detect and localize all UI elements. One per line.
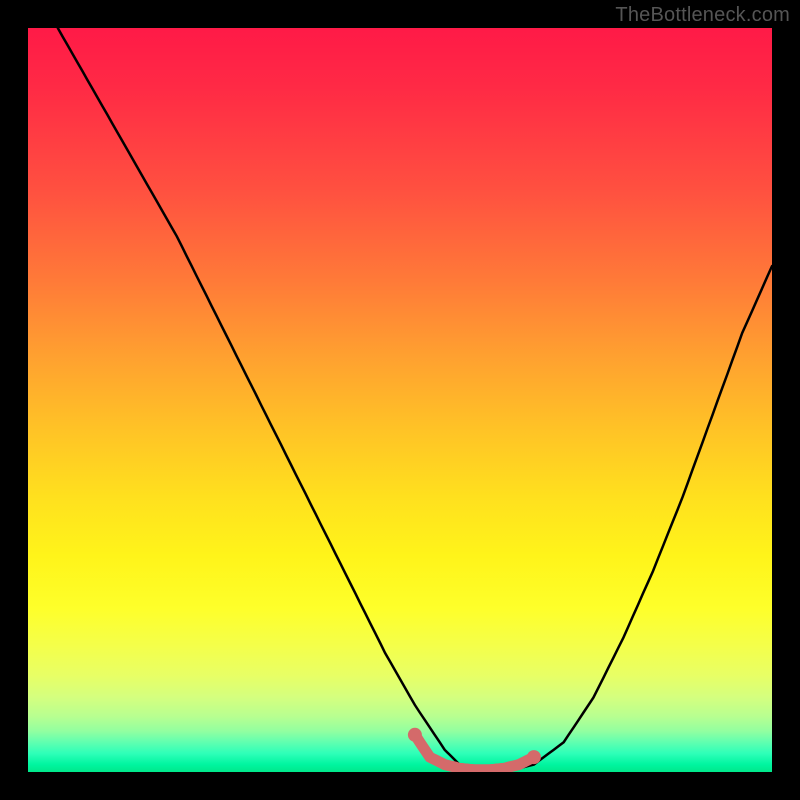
chart-frame: TheBottleneck.com (0, 0, 800, 800)
optimal-zone-end-dot (527, 750, 541, 764)
optimal-zone-start-dot (408, 728, 422, 742)
curve-layer (28, 28, 772, 772)
optimal-zone-curve (415, 735, 534, 770)
plot-area (28, 28, 772, 772)
bottleneck-curve (58, 28, 772, 772)
watermark-text: TheBottleneck.com (615, 4, 790, 27)
